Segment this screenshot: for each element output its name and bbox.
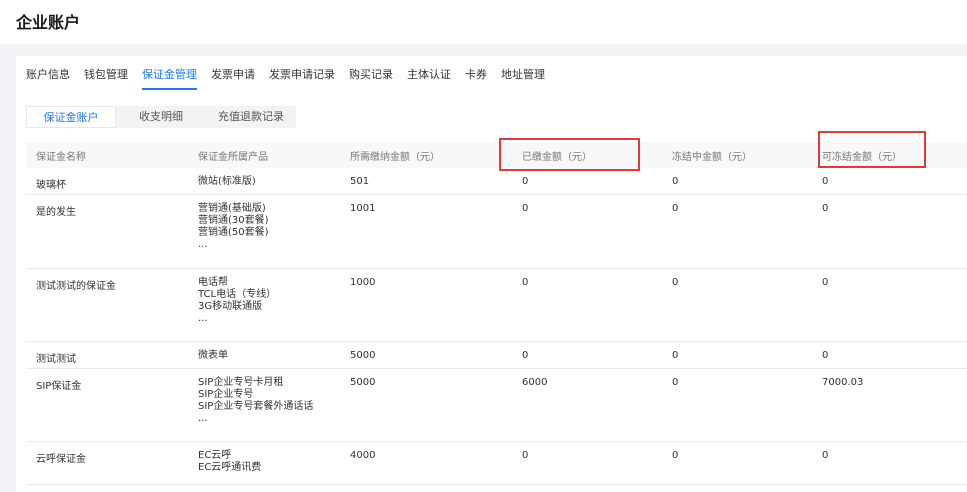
table-row: SIP保证金 SIP企业专号卡月租 SIP企业专号 SIP企业专号套餐外通话话 … bbox=[26, 369, 967, 442]
tab-address[interactable]: 地址管理 bbox=[501, 66, 545, 90]
cell-paid: 0 bbox=[522, 350, 529, 361]
product-item: EC云呼通讯费 bbox=[198, 462, 262, 473]
cell-frozen: 0 bbox=[672, 277, 679, 288]
cell-paid: 0 bbox=[522, 203, 529, 214]
table-header: 保证金名称 保证金所属产品 所需缴纳金额（元） 已缴金额（元） 冻结中金额（元）… bbox=[26, 142, 967, 168]
product-item: EC云呼 bbox=[198, 450, 232, 461]
cell-required: 5000 bbox=[350, 350, 376, 361]
col-header-products: 保证金所属产品 bbox=[198, 151, 268, 163]
cell-paid: 0 bbox=[522, 450, 529, 461]
cell-freezable: 0 bbox=[822, 176, 829, 187]
cell-required: 1001 bbox=[350, 203, 376, 214]
tab-deposit[interactable]: 保证金管理 bbox=[142, 66, 197, 90]
sub-tabs: 保证金账户 收支明细 充值退款记录 bbox=[26, 106, 296, 128]
cell-name: 是的发生 bbox=[36, 207, 76, 218]
cell-paid: 0 bbox=[522, 277, 529, 288]
cell-required: 1000 bbox=[350, 277, 376, 288]
table-row: 是的发生 营销通(基础版) 营销通(30套餐) 营销通(50套餐) ... 10… bbox=[26, 195, 967, 269]
subtab-recharge-refund[interactable]: 充值退款记录 bbox=[206, 106, 296, 128]
cell-paid: 6000 bbox=[522, 377, 548, 388]
content-panel: 账户信息 钱包管理 保证金管理 发票申请 发票申请记录 购买记录 主体认证 卡券… bbox=[16, 56, 967, 492]
col-header-required: 所需缴纳金额（元） bbox=[350, 151, 440, 163]
product-item: 营销通(30套餐) bbox=[198, 215, 269, 226]
cell-name: 云呼保证金 bbox=[36, 454, 86, 465]
tab-invoice-apply[interactable]: 发票申请 bbox=[211, 66, 255, 90]
table-row: 云呼保证金 EC云呼 EC云呼通讯费 4000 0 0 0 bbox=[26, 442, 967, 485]
table-row: 测试测试的保证金 电话帮 TCL电话（专线） 3G移动联通版 ... 1000 … bbox=[26, 269, 967, 342]
cell-frozen: 0 bbox=[672, 450, 679, 461]
product-item: 电话帮 bbox=[198, 277, 228, 288]
product-item: 微站(标准版) bbox=[198, 176, 256, 187]
cell-products: SIP企业专号卡月租 SIP企业专号 SIP企业专号套餐外通话话 ... bbox=[198, 369, 350, 425]
cell-products: EC云呼 EC云呼通讯费 bbox=[198, 442, 350, 474]
cell-freezable: 0 bbox=[822, 450, 829, 461]
cell-freezable: 0 bbox=[822, 350, 829, 361]
tab-account-info[interactable]: 账户信息 bbox=[26, 66, 70, 90]
cell-products: 营销通(基础版) 营销通(30套餐) 营销通(50套餐) ... bbox=[198, 195, 350, 251]
col-header-name: 保证金名称 bbox=[36, 151, 86, 163]
cell-products: 微表单 bbox=[198, 342, 350, 362]
product-item: 3G移动联通版 bbox=[198, 301, 263, 312]
cell-required: 5000 bbox=[350, 377, 376, 388]
table-row: 测试测试 微表单 5000 0 0 0 bbox=[26, 342, 967, 369]
cell-name: 测试测试 bbox=[36, 354, 76, 365]
product-item: SIP企业专号 bbox=[198, 389, 254, 400]
cell-paid: 0 bbox=[522, 176, 529, 187]
cell-products: 电话帮 TCL电话（专线） 3G移动联通版 ... bbox=[198, 269, 350, 325]
product-item: SIP企业专号卡月租 bbox=[198, 377, 284, 388]
cell-freezable: 0 bbox=[822, 277, 829, 288]
tab-entity-verification[interactable]: 主体认证 bbox=[407, 66, 451, 90]
cell-freezable: 0 bbox=[822, 203, 829, 214]
tab-invoice-records[interactable]: 发票申请记录 bbox=[269, 66, 335, 90]
cell-name: 玻璃杯 bbox=[36, 180, 66, 191]
cell-frozen: 0 bbox=[672, 176, 679, 187]
page: 企业账户 账户信息 钱包管理 保证金管理 发票申请 发票申请记录 购买记录 主体… bbox=[0, 0, 967, 492]
product-item: TCL电话（专线） bbox=[198, 289, 277, 300]
cell-freezable: 7000.03 bbox=[822, 377, 864, 388]
cell-frozen: 0 bbox=[672, 350, 679, 361]
table-row: 玻璃杯 微站(标准版) 501 0 0 0 bbox=[26, 168, 967, 195]
subtab-transactions[interactable]: 收支明细 bbox=[116, 106, 206, 128]
main-tabs: 账户信息 钱包管理 保证金管理 发票申请 发票申请记录 购买记录 主体认证 卡券… bbox=[26, 66, 545, 90]
product-item: 营销通(基础版) bbox=[198, 203, 266, 214]
page-header: 企业账户 bbox=[0, 0, 967, 44]
subtab-deposit-account[interactable]: 保证金账户 bbox=[26, 106, 116, 128]
cell-required: 4000 bbox=[350, 450, 376, 461]
cell-required: 501 bbox=[350, 176, 370, 187]
cell-frozen: 0 bbox=[672, 203, 679, 214]
product-item: 营销通(50套餐) bbox=[198, 227, 269, 238]
tab-wallet[interactable]: 钱包管理 bbox=[84, 66, 128, 90]
cell-frozen: 0 bbox=[672, 377, 679, 388]
tab-purchase-records[interactable]: 购买记录 bbox=[349, 66, 393, 90]
tab-coupons[interactable]: 卡券 bbox=[465, 66, 487, 90]
product-more: ... bbox=[198, 313, 208, 324]
page-title: 企业账户 bbox=[16, 13, 81, 32]
col-header-freezable: 可冻结金额（元） bbox=[822, 151, 902, 163]
product-item: SIP企业专号套餐外通话话 bbox=[198, 401, 314, 412]
cell-products: 微站(标准版) bbox=[198, 168, 350, 188]
cell-name: SIP保证金 bbox=[36, 381, 82, 392]
col-header-frozen: 冻结中金额（元） bbox=[672, 151, 752, 163]
product-more: ... bbox=[198, 413, 208, 424]
product-more: ... bbox=[198, 239, 208, 250]
product-item: 微表单 bbox=[198, 350, 228, 361]
col-header-paid: 已缴金额（元） bbox=[522, 151, 592, 163]
cell-name: 测试测试的保证金 bbox=[36, 281, 116, 292]
deposit-table: 保证金名称 保证金所属产品 所需缴纳金额（元） 已缴金额（元） 冻结中金额（元）… bbox=[26, 142, 967, 485]
